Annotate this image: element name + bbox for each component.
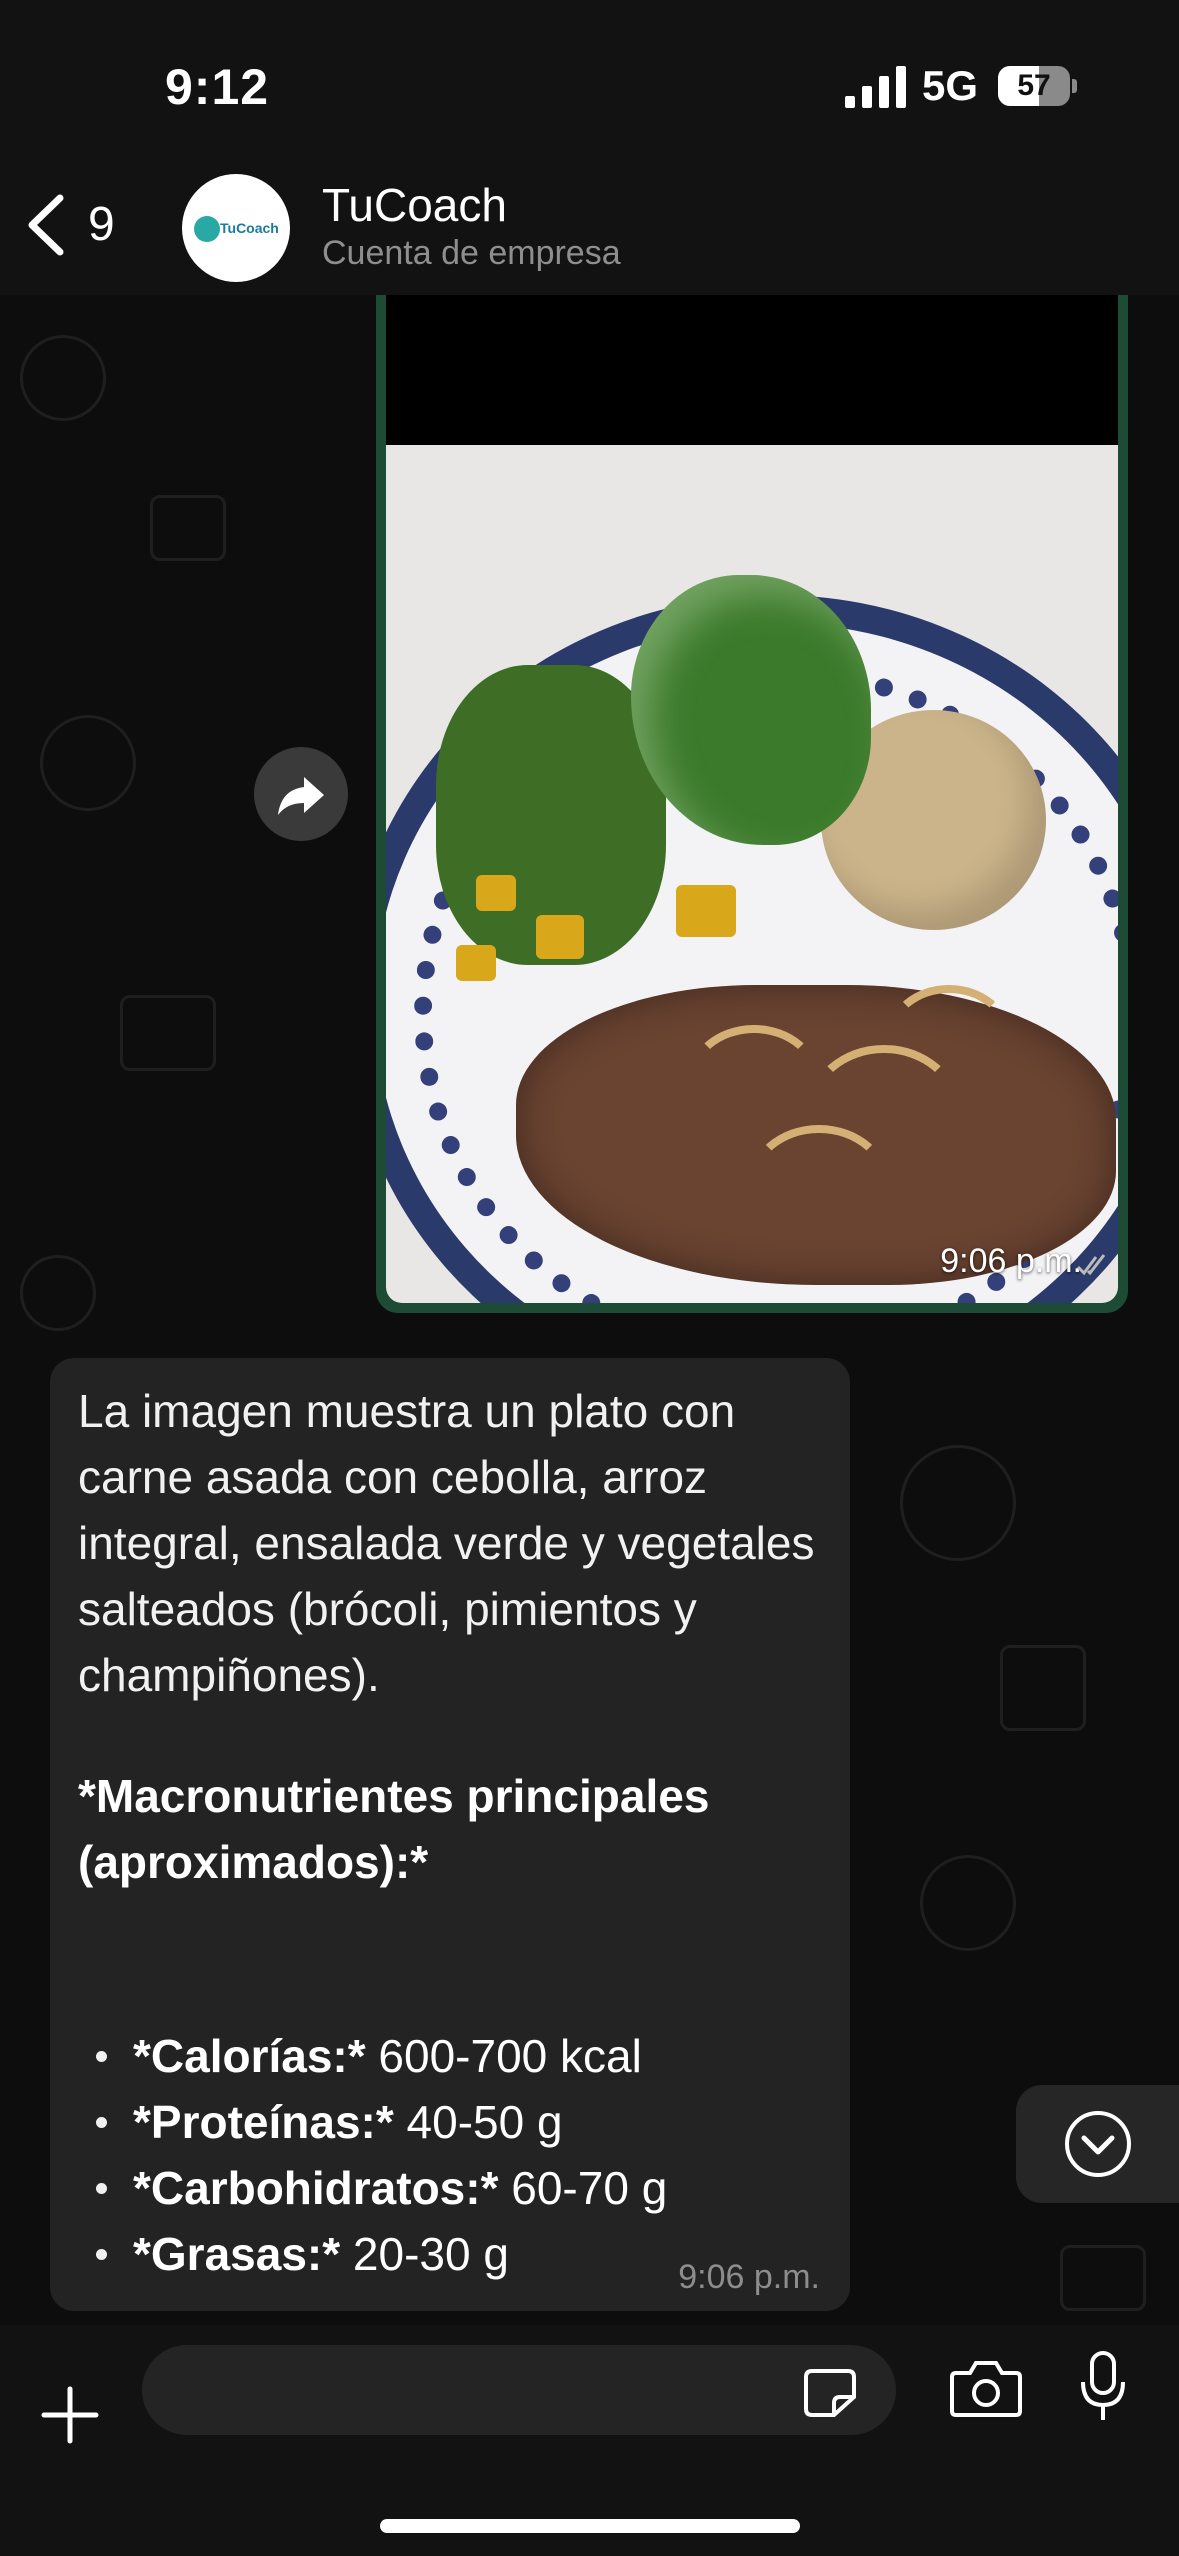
list-item: *Carbohidratos:* 60-70 g (78, 2155, 838, 2221)
doodle-icon (120, 995, 216, 1071)
status-time: 9:12 (165, 59, 270, 115)
message-heading: *Macronutrientes principales (aproximado… (78, 1770, 710, 1888)
onion-graphic (686, 1025, 822, 1141)
text-message[interactable]: La imagen muestra un plato con carne asa… (50, 1358, 850, 2311)
forward-arrow-icon (278, 777, 324, 815)
home-indicator[interactable] (380, 2519, 800, 2533)
message-timestamp: 9:06 p.m. (678, 2258, 820, 2296)
message-body: La imagen muestra un plato con carne asa… (78, 1385, 815, 1701)
camera-icon[interactable] (950, 2357, 1022, 2419)
chevron-left-icon[interactable] (20, 190, 80, 260)
plus-icon[interactable] (40, 2385, 100, 2445)
chat-area[interactable]: 9:06 p.m. La imagen muestra un plato con… (0, 295, 1179, 2325)
pepper-graphic (476, 875, 516, 911)
battery-icon: 57 (998, 66, 1077, 106)
image-top-bar (386, 295, 1118, 445)
contact-subtitle[interactable]: Cuenta de empresa (322, 234, 621, 273)
logo-icon (194, 216, 220, 242)
signal-bars-icon (845, 66, 906, 108)
avatar[interactable]: TuCoach (182, 174, 290, 282)
image-message[interactable]: 9:06 p.m. (376, 295, 1128, 1313)
doodle-icon (1000, 1645, 1086, 1731)
network-type: 5G (922, 62, 979, 109)
contact-name[interactable]: TuCoach (322, 178, 507, 232)
unread-count[interactable]: 9 (88, 197, 115, 252)
battery-level: 57 (1017, 69, 1051, 102)
doodle-icon (1060, 2245, 1146, 2311)
message-input[interactable] (142, 2345, 896, 2435)
doodle-icon (40, 715, 136, 811)
list-item: *Calorías:* 600-700 kcal (78, 2023, 838, 2089)
avatar-logo-text: TuCoach (220, 220, 279, 236)
input-bar (0, 2325, 1179, 2556)
doodle-icon (20, 1255, 96, 1331)
status-bar: 9:12 5G 57 (0, 0, 1179, 160)
pepper-graphic (456, 945, 496, 981)
doodle-icon (20, 335, 106, 421)
chevron-down-circle-icon (1065, 2111, 1131, 2177)
onion-graphic (746, 1125, 892, 1251)
doodle-icon (920, 1855, 1016, 1951)
doodle-icon (150, 495, 226, 561)
chat-header: 9 TuCoach TuCoach Cuenta de empresa (0, 160, 1179, 295)
list-item: *Proteínas:* 40-50 g (78, 2089, 838, 2155)
pepper-graphic (536, 915, 584, 959)
microphone-icon[interactable] (1078, 2350, 1128, 2425)
doodle-icon (900, 1445, 1016, 1561)
pepper-graphic (676, 885, 736, 937)
macronutrient-list: *Calorías:* 600-700 kcal *Proteínas:* 40… (78, 2023, 838, 2287)
onion-graphic (886, 985, 1012, 1091)
scroll-to-bottom-button[interactable] (1016, 2085, 1179, 2203)
sticker-icon[interactable] (802, 2367, 858, 2419)
message-timestamp: 9:06 p.m. (940, 1242, 1082, 1280)
forward-button[interactable] (254, 747, 348, 841)
food-photo[interactable]: 9:06 p.m. (386, 445, 1118, 1303)
double-check-icon (1076, 1254, 1106, 1276)
